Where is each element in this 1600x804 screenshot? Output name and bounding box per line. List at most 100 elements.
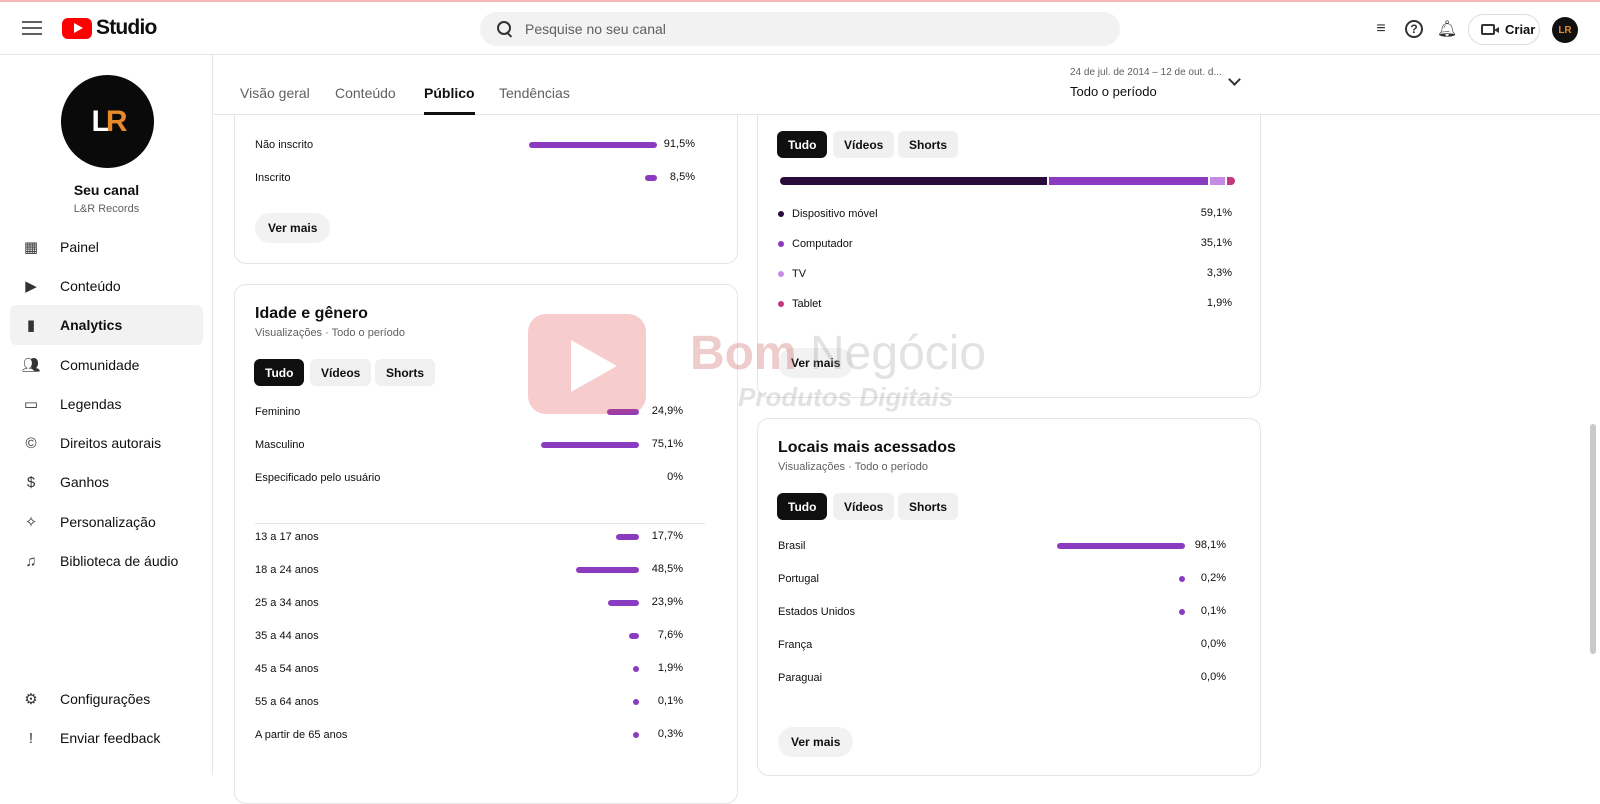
sidebar-item-label: Ganhos bbox=[60, 474, 110, 490]
row-value: 0,0% bbox=[1200, 671, 1226, 683]
row-label: Não inscrito bbox=[255, 139, 314, 151]
scrollbar-track[interactable] bbox=[1584, 55, 1600, 775]
sidebar-item-8[interactable]: ♫ Biblioteca de áudio bbox=[10, 541, 203, 581]
row-value: 23,9% bbox=[651, 596, 683, 608]
playlist-add-icon[interactable]: ≡ bbox=[1370, 18, 1392, 40]
row-value: 7,6% bbox=[657, 629, 683, 641]
filter-chip-videos[interactable]: Vídeos bbox=[310, 359, 372, 386]
legend-label: Tablet bbox=[792, 298, 822, 310]
filter-chip-shorts[interactable]: Shorts bbox=[898, 131, 959, 158]
see-more-button[interactable]: Ver mais bbox=[778, 727, 854, 757]
row-value: 0% bbox=[667, 471, 683, 483]
device-segment bbox=[780, 177, 1048, 185]
scrollbar-thumb[interactable] bbox=[1590, 424, 1596, 654]
row-label: Masculino bbox=[255, 439, 305, 451]
sidebar-item-4[interactable]: ▭ Legendas bbox=[10, 384, 203, 424]
see-more-button[interactable]: Ver mais bbox=[255, 213, 331, 243]
sidebar-item-label: Direitos autorais bbox=[60, 435, 162, 451]
sidebar-item-label: Conteúdo bbox=[60, 278, 121, 294]
legend-dot-icon bbox=[778, 271, 784, 277]
create-label: Criar bbox=[1505, 22, 1536, 37]
video-camera-icon bbox=[1481, 24, 1499, 35]
filter-chip-videos[interactable]: Vídeos bbox=[833, 131, 895, 158]
search-icon[interactable] bbox=[497, 21, 513, 37]
bell-icon[interactable]: 🔔︎ bbox=[1436, 18, 1458, 40]
search-bar[interactable]: Pesquise no seu canal bbox=[480, 12, 1120, 46]
youtube-play-icon bbox=[62, 17, 92, 39]
row-label: Paraguai bbox=[778, 672, 823, 684]
create-button[interactable]: Criar bbox=[1468, 14, 1540, 45]
sidebar-item-7[interactable]: ✧ Personalização bbox=[10, 502, 203, 542]
device-stacked-bar bbox=[780, 177, 1238, 185]
sidebar-item-label: Legendas bbox=[60, 396, 122, 412]
filter-chip-all[interactable]: Tudo bbox=[777, 131, 828, 158]
community-icon: 👥︎ bbox=[21, 357, 41, 374]
filter-chip-all[interactable]: Tudo bbox=[777, 493, 828, 520]
sidebar-item-label: Comunidade bbox=[60, 357, 140, 373]
value-bar bbox=[541, 442, 639, 448]
audio-library-icon: ♫ bbox=[25, 552, 37, 570]
row-value: 0,3% bbox=[657, 728, 683, 740]
tab-trends[interactable]: Tendências bbox=[499, 85, 570, 115]
studio-logo[interactable]: Studio bbox=[62, 16, 157, 40]
date-range-label: Todo o período bbox=[1070, 84, 1157, 99]
top-locations-card: Locais mais acessados Visualizações · To… bbox=[757, 418, 1261, 776]
filter-chip-videos[interactable]: Vídeos bbox=[833, 493, 895, 520]
legend-item: Computador bbox=[778, 236, 853, 252]
row-value: 35,1% bbox=[1200, 237, 1232, 249]
date-range-selector[interactable]: 24 de jul. de 2014 – 12 de out. d... Tod… bbox=[1070, 67, 1270, 99]
legend-label: Computador bbox=[792, 238, 853, 250]
feedback-icon: ! bbox=[28, 729, 34, 747]
row-label: 45 a 54 anos bbox=[255, 663, 319, 675]
legend-label: Dispositivo móvel bbox=[792, 208, 878, 220]
date-range-text: 24 de jul. de 2014 – 12 de out. d... bbox=[1070, 67, 1222, 78]
settings-icon: ⚙ bbox=[24, 691, 38, 708]
search-input[interactable]: Pesquise no seu canal bbox=[525, 21, 666, 37]
row-label: 35 a 44 anos bbox=[255, 630, 319, 642]
channel-avatar[interactable]: LR bbox=[61, 75, 154, 168]
sidebar-item-6[interactable]: $ Ganhos bbox=[10, 462, 203, 502]
sidebar-item-0[interactable]: ▦ Painel bbox=[10, 227, 203, 267]
dashboard-icon: ▦ bbox=[23, 239, 39, 256]
hamburger-menu-icon[interactable] bbox=[20, 17, 44, 41]
sidebar-item-1[interactable]: ▶ Conteúdo bbox=[10, 266, 203, 306]
card-subtitle: Visualizações · Todo o período bbox=[778, 461, 929, 473]
sidebar-item-2[interactable]: ▮ Analytics bbox=[10, 305, 203, 345]
sidebar-item-label: Configurações bbox=[60, 691, 151, 707]
sidebar-item-label: Painel bbox=[60, 239, 99, 255]
row-label: Portugal bbox=[778, 573, 819, 585]
row-value: 91,5% bbox=[663, 138, 695, 150]
see-more-button[interactable]: Ver mais bbox=[778, 348, 854, 378]
tab-content[interactable]: Conteúdo bbox=[335, 85, 396, 115]
tab-audience[interactable]: Público bbox=[424, 85, 475, 115]
tab-overview[interactable]: Visão geral bbox=[240, 85, 310, 115]
device-type-card: Tudo Vídeos Shorts Dispositivo móvel 59,1… bbox=[757, 80, 1261, 398]
value-bar bbox=[575, 567, 639, 573]
help-icon[interactable]: ? bbox=[1403, 18, 1425, 40]
row-value: 3,3% bbox=[1206, 267, 1232, 279]
legend-item: Dispositivo móvel bbox=[778, 206, 878, 222]
sidebar-bottom-item-0[interactable]: ⚙ Configurações bbox=[10, 679, 203, 719]
filter-chip-shorts[interactable]: Shorts bbox=[898, 493, 959, 520]
row-value: 59,1% bbox=[1200, 207, 1232, 219]
row-label: Inscrito bbox=[255, 172, 291, 184]
card-title: Locais mais acessados bbox=[778, 439, 956, 456]
sidebar-item-5[interactable]: © Direitos autorais bbox=[10, 423, 203, 463]
sidebar-bottom-item-1[interactable]: ! Enviar feedback bbox=[10, 718, 203, 758]
divider bbox=[255, 523, 705, 524]
row-label: Estados Unidos bbox=[778, 606, 856, 618]
account-avatar[interactable]: LR bbox=[1552, 17, 1578, 43]
content-icon: ▶ bbox=[25, 278, 37, 295]
filter-chip-all[interactable]: Tudo bbox=[254, 359, 305, 386]
filter-chip-shorts[interactable]: Shorts bbox=[375, 359, 436, 386]
sidebar-item-3[interactable]: 👥︎ Comunidade bbox=[10, 345, 203, 385]
age-gender-card: Idade e gênero Visualizações · Todo o pe… bbox=[234, 284, 738, 804]
row-value: 0,2% bbox=[1200, 572, 1226, 584]
earn-icon: $ bbox=[26, 473, 36, 491]
row-label: França bbox=[778, 639, 813, 651]
sidebar-item-label: Enviar feedback bbox=[60, 730, 161, 746]
channel-name: L&R Records bbox=[73, 203, 140, 215]
magic-wand-icon: ✧ bbox=[24, 514, 38, 531]
device-segment bbox=[1209, 177, 1225, 185]
legend-dot-icon bbox=[778, 301, 784, 307]
